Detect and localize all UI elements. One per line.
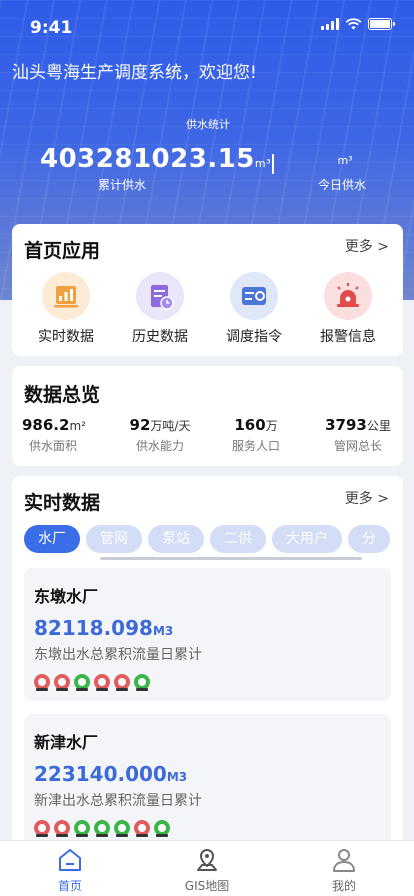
station-card-dongdun[interactable]: 东墩水厂 82118.098M3 东墩出水总累积流量日累计 [24, 568, 391, 701]
tabs-scrollbar[interactable] [100, 557, 362, 560]
pump-status-icon [94, 674, 110, 691]
overview-card: 数据总览 986.2m² 供水面积 92万吨/天 供水能力 160万 服务人口 … [12, 366, 403, 466]
app-history-data[interactable]: 历史数据 [120, 272, 200, 346]
pump-status-icon [114, 674, 130, 691]
user-icon [333, 849, 355, 872]
history-doc-icon [136, 272, 184, 320]
tabbar-label: GIS地图 [184, 879, 230, 893]
signal-icon [321, 18, 339, 30]
pump-status-icon [94, 820, 110, 837]
overview-item: 3793公里 管网总长 [325, 416, 391, 453]
wifi-icon [345, 18, 362, 30]
station-value: 223140.000M3 [34, 762, 188, 786]
total-supply-label: 累计供水 [98, 178, 147, 192]
today-supply-label: 今日供水 [318, 178, 367, 192]
dispatch-icon [230, 272, 278, 320]
app-label: 报警信息 [320, 329, 376, 345]
app-label: 调度指令 [226, 329, 282, 345]
status-bar: 9:41 [0, 0, 414, 56]
apps-title: 首页应用 [24, 240, 101, 262]
station-desc: 新津出水总累积流量日累计 [34, 793, 202, 809]
app-dispatch-command[interactable]: 调度指令 [214, 272, 294, 346]
pump-status-icon [54, 820, 70, 837]
station-value: 82118.098M3 [34, 616, 174, 640]
welcome-text: 汕头粤海生产调度系统，欢迎您! [12, 63, 257, 83]
bottom-tab-bar: 首页 GIS地图 我的 [0, 840, 414, 896]
bar-chart-icon [42, 272, 90, 320]
pump-status-icon [54, 674, 70, 691]
pump-status-icon [134, 820, 150, 837]
pump-status-icon [154, 820, 170, 837]
tabbar-label: 首页 [57, 879, 82, 893]
station-name: 新津水厂 [34, 733, 99, 752]
pump-status-icon [134, 674, 150, 691]
total-supply-value: 403281023.15m³ [40, 144, 272, 174]
app-alarm-info[interactable]: 报警信息 [308, 272, 388, 346]
tab-pipe-network[interactable]: 管网 [86, 525, 142, 553]
tabbar-gis-map[interactable]: GIS地图 [167, 847, 247, 894]
station-name: 东墩水厂 [34, 587, 99, 606]
tabbar-home[interactable]: 首页 [30, 847, 110, 894]
supply-stats-title: 供水统计 [186, 118, 230, 131]
station-card-xinjin[interactable]: 新津水厂 223140.000M3 新津出水总累积流量日累计 [24, 714, 391, 846]
overview-item: 160万 服务人口 [231, 416, 280, 453]
category-tabs: 水厂 管网 泵站 二供 大用户 分 [24, 525, 390, 553]
home-icon [59, 849, 81, 871]
pump-status-icon [114, 820, 130, 837]
overview-item: 92万吨/天 供水能力 [129, 416, 191, 453]
status-time: 9:41 [30, 18, 73, 38]
today-supply-unit: m³ [337, 154, 353, 167]
app-label: 历史数据 [132, 329, 188, 345]
tab-secondary-supply[interactable]: 二供 [210, 525, 266, 553]
realtime-card: 实时数据 更多 > 水厂 管网 泵站 二供 大用户 分 东墩水厂 82118.0… [12, 476, 403, 846]
battery-icon [368, 18, 395, 30]
pump-status-icon [34, 820, 50, 837]
app-realtime-data[interactable]: 实时数据 [26, 272, 106, 346]
tab-pump-station[interactable]: 泵站 [148, 525, 204, 553]
realtime-title: 实时数据 [24, 492, 101, 514]
pump-status-icon [74, 820, 90, 837]
map-pin-icon [197, 848, 217, 871]
pump-status-list [34, 820, 170, 837]
station-desc: 东墩出水总累积流量日累计 [34, 647, 202, 663]
tab-more[interactable]: 分 [348, 525, 390, 553]
realtime-more-link[interactable]: 更多 > [345, 488, 389, 508]
tab-water-plant[interactable]: 水厂 [24, 525, 80, 553]
overview-item: 986.2m² 供水面积 [22, 416, 86, 453]
alarm-light-icon [324, 272, 372, 320]
apps-card: 首页应用 更多 > 实时数据 历史数据 调度指令 报警信息 [12, 224, 403, 356]
tab-large-user[interactable]: 大用户 [272, 525, 342, 553]
stats-divider [272, 154, 274, 174]
tabbar-label: 我的 [331, 879, 356, 893]
pump-status-icon [74, 674, 90, 691]
apps-more-link[interactable]: 更多 > [345, 236, 389, 256]
pump-status-icon [34, 674, 50, 691]
app-label: 实时数据 [38, 329, 94, 345]
overview-title: 数据总览 [24, 384, 101, 406]
pump-status-list [34, 674, 150, 691]
tabbar-mine[interactable]: 我的 [304, 847, 384, 894]
